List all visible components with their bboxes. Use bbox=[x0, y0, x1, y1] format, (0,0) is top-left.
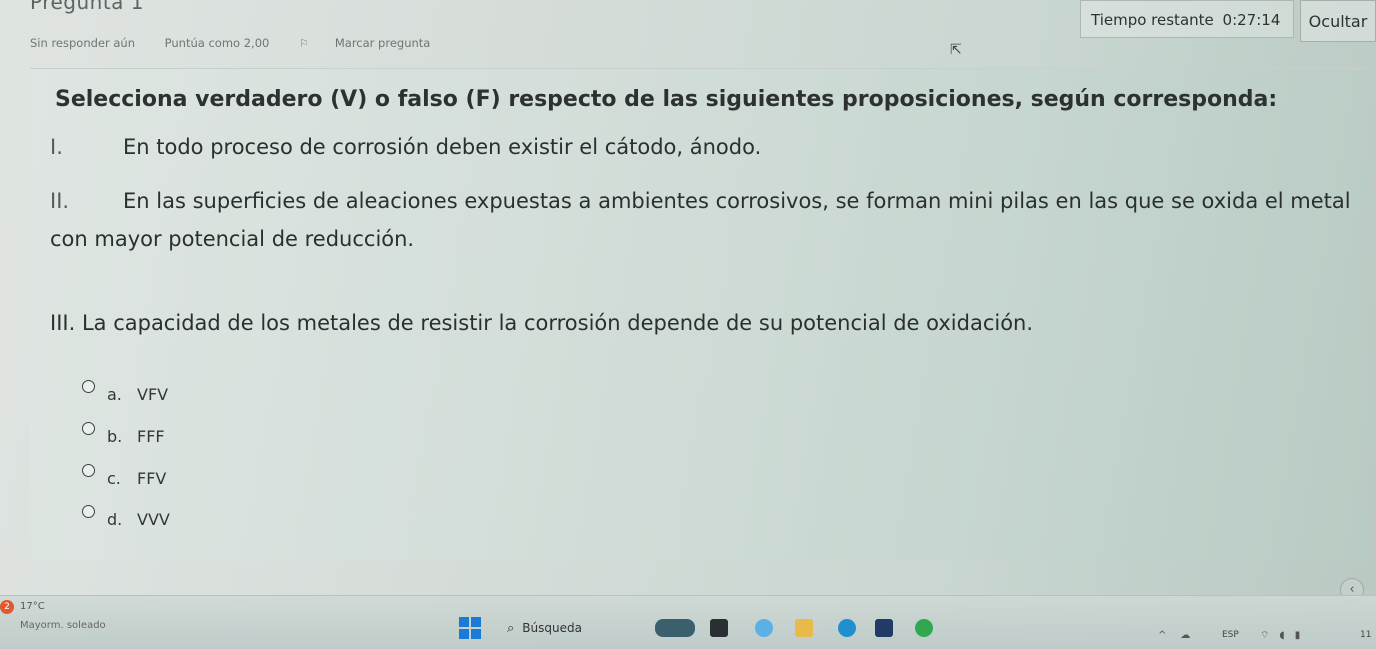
proposition-number: II. bbox=[50, 189, 70, 213]
option-text: VVV bbox=[137, 510, 170, 529]
option-letter: c. bbox=[107, 469, 121, 488]
question-score: Puntúa como 2,00 bbox=[164, 36, 270, 50]
clock[interactable]: 11 bbox=[1360, 630, 1371, 640]
system-tray-icons[interactable]: ^☁ bbox=[1158, 630, 1204, 641]
battery-icon[interactable]: ▮ bbox=[1295, 630, 1311, 641]
radio-icon[interactable] bbox=[82, 380, 95, 393]
option-c[interactable]: c. FFV bbox=[82, 464, 167, 488]
timer-value: 0:27:14 bbox=[1222, 11, 1281, 29]
proposition-1: I. En todo proceso de corrosión deben exi… bbox=[50, 135, 761, 159]
cloud-icon[interactable]: ☁ bbox=[1180, 630, 1204, 641]
option-a[interactable]: a. VFV bbox=[82, 380, 169, 404]
timer-box: Tiempo restante 0:27:14 bbox=[1080, 0, 1294, 38]
proposition-text: En las superficies de aleaciones expuest… bbox=[123, 189, 1351, 213]
option-b[interactable]: b. FFF bbox=[82, 422, 165, 446]
flag-icon: ⚐ bbox=[298, 37, 309, 50]
taskbar-search[interactable]: ⌕ Búsqueda bbox=[495, 615, 645, 641]
proposition-2-continuation: con mayor potencial de reducción. bbox=[50, 227, 415, 251]
status-icons[interactable]: ⌔◖▮ bbox=[1260, 629, 1310, 642]
question-panel: Selecciona verdadero (V) o falso (F) res… bbox=[30, 68, 1365, 561]
option-text: VFV bbox=[137, 385, 169, 404]
windows-start-icon[interactable] bbox=[459, 617, 481, 639]
proposition-3: III. La capacidad de los metales de resi… bbox=[50, 311, 1033, 335]
question-meta: Sin responder aún Puntúa como 2,00 ⚐ Marc… bbox=[30, 36, 482, 50]
question-number: Pregunta 1 bbox=[30, 0, 145, 14]
chevron-up-icon[interactable]: ^ bbox=[1158, 630, 1180, 641]
search-label: Búsqueda bbox=[522, 621, 582, 635]
cursor-icon: ⇱ bbox=[950, 42, 962, 58]
radio-icon[interactable] bbox=[82, 422, 95, 435]
option-letter: d. bbox=[107, 510, 123, 529]
proposition-2: II. En las superficies de aleaciones expu… bbox=[50, 189, 1351, 213]
flag-question-label: Marcar pregunta bbox=[334, 36, 431, 50]
taskbar-app-copilot[interactable] bbox=[755, 619, 773, 637]
option-text: FFF bbox=[137, 427, 165, 446]
taskbar-app-files[interactable] bbox=[710, 619, 728, 637]
volume-icon[interactable]: ◖ bbox=[1279, 630, 1294, 641]
weather-description[interactable]: Mayorm. soleado bbox=[20, 620, 106, 631]
taskbar-app-edge[interactable] bbox=[838, 619, 856, 637]
hide-timer-button[interactable]: Ocultar bbox=[1300, 0, 1376, 42]
option-letter: b. bbox=[107, 427, 123, 446]
option-text: FFV bbox=[137, 469, 167, 488]
taskbar-app-widget[interactable] bbox=[655, 619, 695, 637]
proposition-text: En todo proceso de corrosión deben exist… bbox=[123, 135, 762, 159]
taskbar-app-store[interactable] bbox=[875, 619, 893, 637]
search-icon: ⌕ bbox=[507, 621, 515, 636]
option-d[interactable]: d. VVV bbox=[82, 505, 170, 529]
windows-taskbar: 2 17°C Mayorm. soleado ⌕ Búsqueda ^☁ ESP … bbox=[0, 595, 1376, 649]
answer-status: Sin responder aún bbox=[30, 36, 135, 50]
taskbar-app-explorer[interactable] bbox=[795, 619, 813, 637]
wifi-icon[interactable]: ⌔ bbox=[1260, 630, 1279, 641]
option-letter: a. bbox=[107, 385, 122, 404]
timer-label: Tiempo restante bbox=[1091, 11, 1214, 29]
proposition-text: La capacidad de los metales de resistir … bbox=[81, 311, 1034, 335]
weather-temperature[interactable]: 17°C bbox=[20, 601, 45, 612]
quiz-header: Pregunta 1 Sin responder aún Puntúa como… bbox=[0, 0, 1376, 62]
weather-badge[interactable]: 2 bbox=[0, 600, 14, 614]
proposition-number: I. bbox=[50, 135, 63, 159]
proposition-number: III. bbox=[50, 311, 76, 335]
question-prompt: Selecciona verdadero (V) o falso (F) res… bbox=[55, 87, 1278, 112]
taskbar-app-chrome[interactable] bbox=[915, 619, 933, 637]
radio-icon[interactable] bbox=[82, 505, 95, 518]
language-indicator[interactable]: ESP bbox=[1222, 630, 1239, 640]
flag-question-button[interactable]: ⚐ Marcar pregunta bbox=[299, 36, 456, 50]
radio-icon[interactable] bbox=[82, 464, 95, 477]
